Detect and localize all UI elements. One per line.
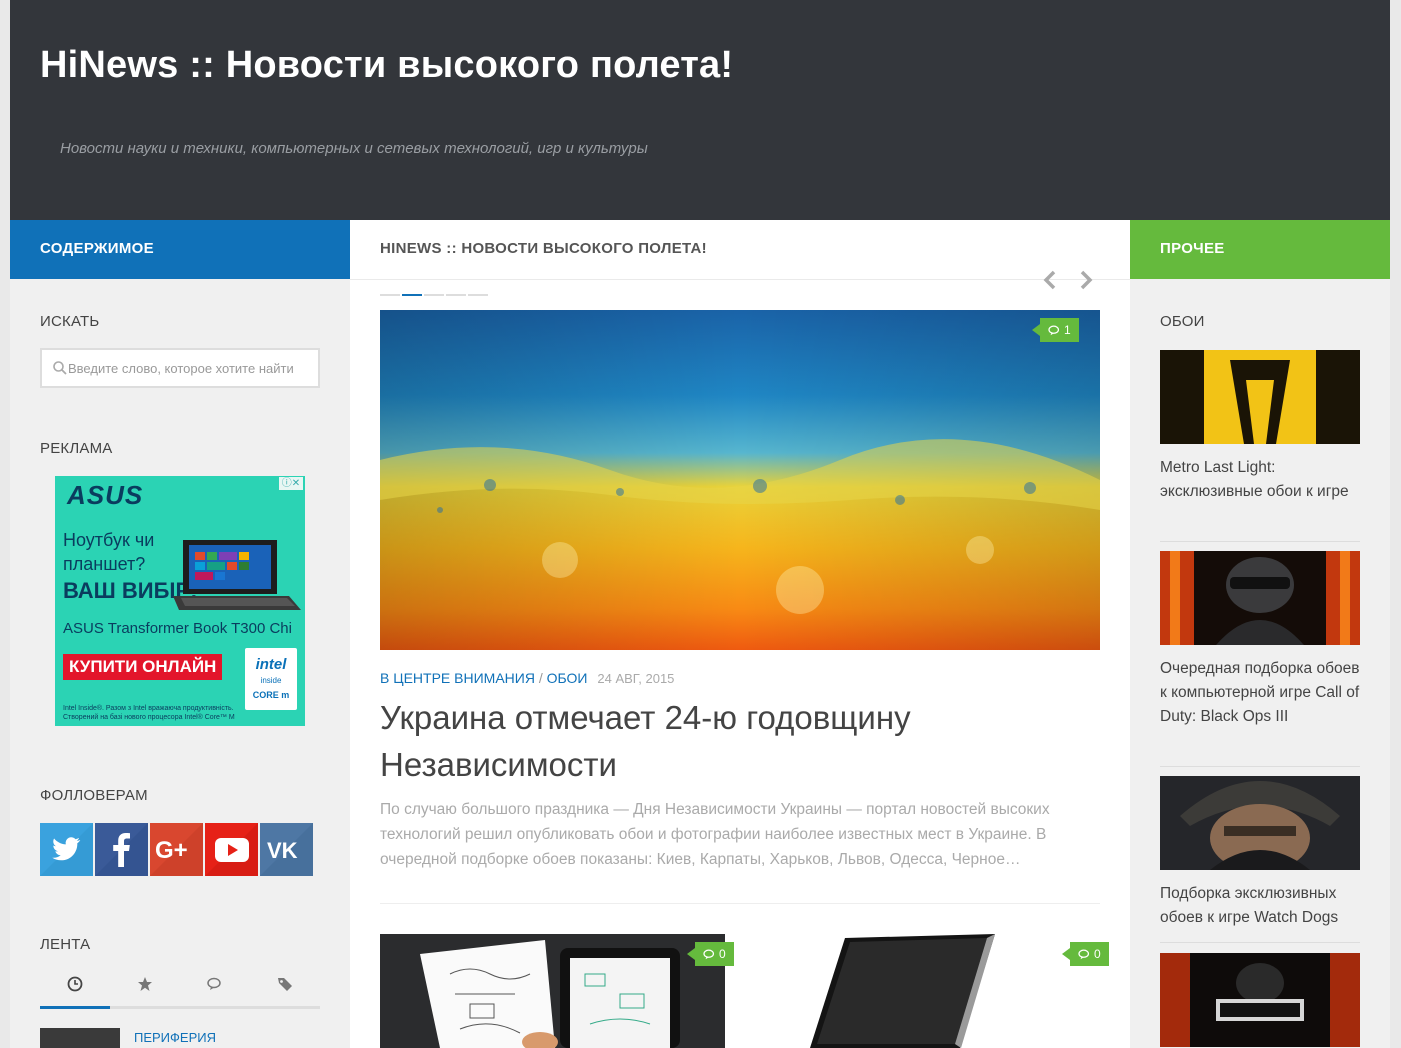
- tab-recent[interactable]: [40, 972, 110, 1009]
- twitter-icon[interactable]: [40, 823, 93, 876]
- search-widget-title: ИСКАТЬ: [40, 313, 100, 330]
- search-icon: [53, 361, 67, 375]
- slider-dot[interactable]: [380, 294, 400, 296]
- slider-dots: [380, 294, 490, 296]
- feed-item-thumbnail[interactable]: [40, 1028, 120, 1048]
- ad-model: ASUS Transformer Book T300 Chi: [63, 620, 292, 637]
- slider-dot[interactable]: [446, 294, 466, 296]
- google-plus-icon[interactable]: G+: [150, 823, 203, 876]
- slider-dot[interactable]: [424, 294, 444, 296]
- site-tagline: Новости науки и техники, компьютерных и …: [60, 140, 648, 157]
- comments-icon: [1048, 325, 1060, 336]
- comment-count: 1: [1064, 323, 1071, 337]
- intel-badge: intel inside CORE m: [245, 648, 297, 710]
- ad-buy-button[interactable]: КУПИТИ ОНЛАЙН: [63, 654, 223, 680]
- vk-icon[interactable]: VK: [260, 823, 313, 876]
- youtube-icon[interactable]: [205, 823, 258, 876]
- tab-popular[interactable]: [110, 972, 180, 1006]
- svg-text:G+: G+: [155, 837, 188, 864]
- ad-info-close-icon[interactable]: ⓘ✕: [279, 477, 303, 490]
- divider: [1160, 942, 1360, 943]
- divider: [380, 903, 1100, 904]
- ad-question: Ноутбук чи планшет?: [63, 530, 155, 574]
- wallpaper-thumbnail[interactable]: [1160, 551, 1360, 645]
- wallpaper-thumbnail[interactable]: [1160, 953, 1360, 1047]
- right-sidebar: ПРОЧЕЕ ОБОИ Metro Last Light: эксклюзивн…: [1130, 220, 1390, 1048]
- feed-tabs: [40, 972, 320, 1009]
- laptop-image: [173, 540, 301, 610]
- post-title[interactable]: Украина отмечает 24-ю годовщину Независи…: [380, 694, 1080, 788]
- search-input[interactable]: [68, 350, 314, 386]
- wallpaper-item[interactable]: [1160, 953, 1360, 1047]
- comments-icon: [1078, 949, 1090, 960]
- ad-banner[interactable]: ASUS ⓘ✕ Ноутбук чи планшет? ВАШ ВИБІР! A…: [55, 476, 305, 726]
- wallpaper-thumbnail[interactable]: [1160, 776, 1360, 870]
- chevron-left-icon[interactable]: [1040, 268, 1060, 292]
- comments-icon: [703, 949, 715, 960]
- comments-icon: [207, 977, 221, 990]
- wallpaper-title[interactable]: Подборка эксклюзивных обоев к игре Watch…: [1160, 882, 1360, 930]
- left-sidebar-heading: СОДЕРЖИМОЕ: [10, 220, 350, 279]
- divider: [1160, 766, 1360, 767]
- feed-widget-title: ЛЕНТА: [40, 936, 91, 953]
- post-date: 24 АВГ, 2015: [597, 671, 675, 686]
- ad-widget-title: РЕКЛАМА: [40, 440, 113, 457]
- wallpaper-title[interactable]: Metro Last Light: эксклюзивные обои к иг…: [1160, 456, 1360, 504]
- featured-comment-count[interactable]: 1: [1032, 318, 1079, 342]
- comment-count: 0: [719, 947, 726, 961]
- post-excerpt: По случаю большого праздника — Дня Незав…: [380, 801, 1050, 868]
- site-header: HiNews :: Новости высокого полета! Новос…: [10, 0, 1390, 220]
- grid-comment-count[interactable]: 0: [687, 942, 734, 966]
- slider-dot-active[interactable]: [402, 294, 422, 296]
- tab-tags[interactable]: [250, 972, 320, 1006]
- social-links: G+ VK: [40, 823, 313, 876]
- tab-comments[interactable]: [180, 972, 250, 1006]
- wallpaper-item[interactable]: Очередная подборка обоев к компьютерной …: [1160, 551, 1360, 729]
- followers-widget-title: ФОЛЛОВЕРАМ: [40, 787, 148, 804]
- wallpaper-item[interactable]: Подборка эксклюзивных обоев к игре Watch…: [1160, 776, 1360, 930]
- wallpaper-thumbnail[interactable]: [1160, 350, 1360, 444]
- ad-fine-print: Intel Inside®. Разом з Intel вражаюча пр…: [63, 705, 235, 721]
- intel-line-1: intel: [255, 656, 287, 673]
- post-meta: В ЦЕНТРЕ ВНИМАНИЯ / ОБОИ 24 АВГ, 2015: [380, 670, 674, 686]
- featured-post-image[interactable]: [380, 310, 1100, 650]
- intel-line-3: CORE m: [252, 690, 290, 700]
- grid-comment-count[interactable]: 0: [1062, 942, 1109, 966]
- grid-post-image[interactable]: [755, 934, 1100, 1048]
- facebook-icon[interactable]: [95, 823, 148, 876]
- main-content: HINEWS :: НОВОСТИ ВЫСОКОГО ПОЛЕТА! 1 В Ц…: [350, 220, 1130, 1048]
- intel-line-2: inside: [260, 676, 282, 685]
- comment-count: 0: [1094, 947, 1101, 961]
- slider-controls: [1040, 268, 1110, 292]
- category-link[interactable]: В ЦЕНТРЕ ВНИМАНИЯ: [380, 670, 535, 686]
- category-link[interactable]: ОБОИ: [547, 670, 588, 686]
- search-box: [40, 348, 320, 388]
- wallpapers-widget-title: ОБОИ: [1160, 313, 1205, 330]
- left-sidebar: СОДЕРЖИМОЕ ИСКАТЬ РЕКЛАМА ASUS ⓘ✕ Ноутбу…: [10, 220, 350, 1048]
- page: HiNews :: Новости высокого полета! Новос…: [10, 0, 1390, 1048]
- grid-post-image[interactable]: [380, 934, 725, 1048]
- ad-brand-logo: ASUS: [67, 480, 144, 510]
- clock-icon: [67, 976, 83, 992]
- category-separator: /: [538, 670, 543, 686]
- right-sidebar-heading: ПРОЧЕЕ: [1130, 220, 1390, 279]
- chevron-right-icon[interactable]: [1076, 268, 1096, 292]
- site-title[interactable]: HiNews :: Новости высокого полета!: [40, 44, 733, 87]
- slider-dot[interactable]: [468, 294, 488, 296]
- divider: [1160, 541, 1360, 542]
- star-icon: [138, 977, 152, 991]
- wallpaper-title[interactable]: Очередная подборка обоев к компьютерной …: [1160, 657, 1360, 729]
- wallpaper-item[interactable]: Metro Last Light: эксклюзивные обои к иг…: [1160, 350, 1360, 504]
- tags-icon: [278, 978, 292, 991]
- svg-text:VK: VK: [267, 838, 298, 863]
- feed-item-category[interactable]: ПЕРИФЕРИЯ: [134, 1030, 216, 1045]
- main-heading: HINEWS :: НОВОСТИ ВЫСОКОГО ПОЛЕТА!: [350, 220, 1130, 280]
